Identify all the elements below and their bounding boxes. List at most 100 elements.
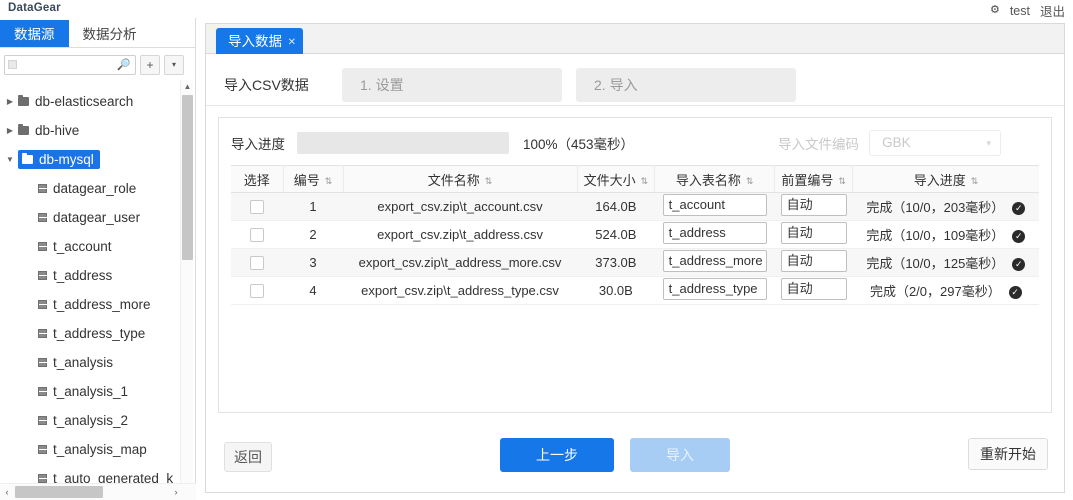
sort-icon[interactable]: ⇅ (485, 177, 493, 186)
progress-row: 导入进度 100%（453毫秒） 导入文件编码 GBK ▾ (231, 128, 1039, 158)
row-progress-cell: 完成（10/0，125毫秒）✓ (853, 249, 1039, 277)
scroll-thumb-horizontal[interactable] (15, 486, 103, 498)
encoding-select[interactable]: GBK ▾ (869, 130, 1001, 156)
panel-tabbar: 导入数据 ✕ (206, 24, 1064, 54)
table-name-input[interactable]: t_address_more (663, 250, 767, 272)
tree-item-t_account[interactable]: t_account (2, 232, 178, 261)
search-input[interactable]: 🔍 (4, 55, 136, 75)
pre-number-input[interactable]: 自动 (781, 278, 847, 300)
progress-bar (297, 132, 509, 154)
tree-item-t_analysis[interactable]: t_analysis (2, 348, 178, 377)
column-header-6[interactable]: 前置编号⇅ (775, 166, 853, 193)
tree-item-datagear_role[interactable]: datagear_role (2, 174, 178, 203)
restart-button[interactable]: 重新开始 (968, 438, 1048, 470)
row-checkbox[interactable] (250, 228, 264, 242)
row-filename: export_csv.zip\t_address_more.csv (343, 249, 577, 277)
row-filename: export_csv.zip\t_address_type.csv (343, 277, 577, 305)
scroll-right-icon[interactable]: › (169, 484, 183, 500)
check-circle-icon: ✓ (1012, 202, 1025, 215)
gear-icon[interactable]: ⚙ (990, 5, 1000, 16)
table-name-input[interactable]: t_account (663, 194, 767, 216)
row-filesize: 373.0B (577, 249, 655, 277)
row-select-cell (231, 277, 283, 305)
pre-number-input[interactable]: 自动 (781, 222, 847, 244)
tree-item-label: t_address_more (53, 290, 151, 319)
step-2-import[interactable]: 2. 导入 (576, 68, 796, 102)
table-icon (38, 416, 47, 425)
table-row[interactable]: 2export_csv.zip\t_address.csv524.0Bt_add… (231, 221, 1039, 249)
tree-item-db-hive[interactable]: ▶db-hive (2, 116, 178, 145)
step-1-settings[interactable]: 1. 设置 (342, 68, 562, 102)
tree-item-t_analysis_2[interactable]: t_analysis_2 (2, 406, 178, 435)
table-row[interactable]: 3export_csv.zip\t_address_more.csv373.0B… (231, 249, 1039, 277)
chevron-down-icon: ▾ (987, 131, 992, 155)
scroll-left-icon[interactable]: ‹ (0, 484, 14, 500)
scroll-thumb-vertical[interactable] (182, 95, 193, 260)
row-select-cell (231, 193, 283, 221)
progress-text: 100%（453毫秒） (523, 133, 634, 153)
sidebar-vertical-scrollbar[interactable]: ▲ ▼ (180, 80, 193, 492)
row-checkbox[interactable] (250, 256, 264, 270)
tree-item-db-mysql[interactable]: ▼db-mysql (2, 145, 178, 174)
tree-item-t_analysis_map[interactable]: t_analysis_map (2, 435, 178, 464)
sidebar-tabs: 数据源 数据分析 (0, 20, 196, 48)
sort-icon[interactable]: ⇅ (971, 177, 979, 186)
pre-number-input[interactable]: 自动 (781, 194, 847, 216)
chevron-right-icon[interactable]: ▶ (2, 97, 18, 106)
more-options-button[interactable]: ▾ (164, 55, 184, 75)
user-name[interactable]: test (1010, 4, 1030, 18)
table-name-input[interactable]: t_address (663, 222, 767, 244)
previous-step-button[interactable]: 上一步 (500, 438, 614, 472)
pre-number-input[interactable]: 自动 (781, 250, 847, 272)
tree-item-t_address[interactable]: t_address (2, 261, 178, 290)
column-header-4[interactable]: 文件大小⇅ (577, 166, 655, 193)
close-icon[interactable]: ✕ (288, 30, 296, 56)
tree-item-t_analysis_1[interactable]: t_analysis_1 (2, 377, 178, 406)
tab-dataanalysis[interactable]: 数据分析 (69, 20, 151, 47)
chevron-down-icon[interactable]: ▼ (2, 155, 18, 164)
column-header-5[interactable]: 导入表名称⇅ (655, 166, 775, 193)
row-progress-text: 完成（10/0，109毫秒） (866, 228, 1004, 243)
table-icon (38, 271, 47, 280)
check-circle-icon: ✓ (1009, 286, 1022, 299)
tab-datasource[interactable]: 数据源 (0, 20, 69, 47)
add-datasource-button[interactable]: + (140, 55, 160, 75)
scroll-up-icon[interactable]: ▲ (181, 80, 194, 93)
tab-import-data[interactable]: 导入数据 ✕ (216, 28, 303, 54)
column-header-label: 编号 (294, 173, 320, 188)
table-row[interactable]: 1export_csv.zip\t_account.csv164.0Bt_acc… (231, 193, 1039, 221)
back-button[interactable]: 返回 (224, 442, 272, 472)
table-name-input[interactable]: t_address_type (663, 278, 767, 300)
tree-item-label: datagear_user (53, 203, 140, 232)
search-icon[interactable]: 🔍 (117, 58, 131, 71)
row-checkbox[interactable] (250, 284, 264, 298)
row-progress-cell: 完成（10/0，203毫秒）✓ (853, 193, 1039, 221)
import-button[interactable]: 导入 (630, 438, 730, 472)
row-select-cell (231, 249, 283, 277)
sort-icon[interactable]: ⇅ (641, 177, 649, 186)
column-header-2[interactable]: 编号 ⇅ (283, 166, 343, 193)
top-bar: DataGear ⚙ test 退出 (0, 0, 1073, 18)
check-circle-icon: ✓ (1012, 258, 1025, 271)
sort-icon[interactable]: ⇅ (325, 177, 333, 186)
tree-item-datagear_user[interactable]: datagear_user (2, 203, 178, 232)
table-icon (38, 445, 47, 454)
table-icon (38, 300, 47, 309)
chevron-right-icon[interactable]: ▶ (2, 126, 18, 135)
row-tablename-cell: t_address_type (655, 277, 775, 305)
sort-icon[interactable]: ⇅ (746, 177, 754, 186)
row-checkbox[interactable] (250, 200, 264, 214)
tree-item-t_address_type[interactable]: t_address_type (2, 319, 178, 348)
tab-import-data-label: 导入数据 (228, 34, 282, 49)
column-header-7[interactable]: 导入进度⇅ (853, 166, 1039, 193)
sidebar-horizontal-scrollbar[interactable]: ‹ › (0, 483, 196, 500)
table-row[interactable]: 4export_csv.zip\t_address_type.csv30.0Bt… (231, 277, 1039, 305)
check-circle-icon: ✓ (1012, 230, 1025, 243)
tree-item-db-elasticsearch[interactable]: ▶ db-elasticsearch (2, 87, 178, 116)
tree-item-t_address_more[interactable]: t_address_more (2, 290, 178, 319)
datasource-tree: ▶db-elasticsearch▶db-hive▼db-mysqldatage… (2, 80, 194, 492)
column-header-3[interactable]: 文件名称⇅ (343, 166, 577, 193)
sort-icon[interactable]: ⇅ (838, 177, 846, 186)
tree-item-label: db-elasticsearch (35, 87, 133, 116)
import-files-table: 选择编号⇅文件名称⇅文件大小⇅导入表名称⇅前置编号⇅导入进度⇅ 1export_… (231, 165, 1039, 305)
